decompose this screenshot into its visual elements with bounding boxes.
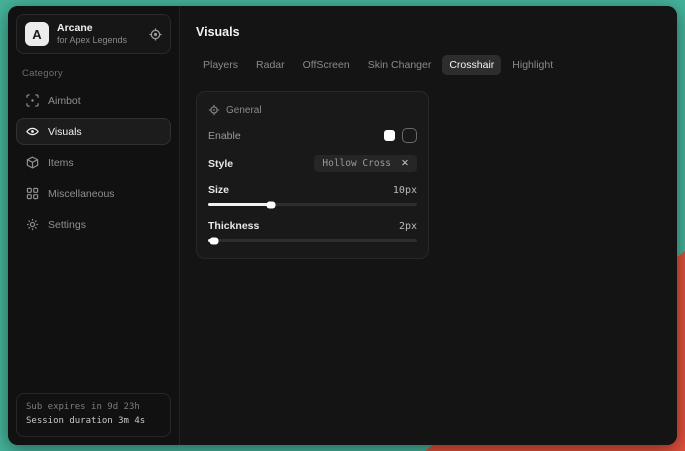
sidebar-item-items[interactable]: Items [16,149,171,176]
brand-title: Arcane [57,22,141,35]
sidebar-item-label: Settings [48,219,86,231]
general-crosshair-icon [208,104,220,116]
clear-style-icon[interactable]: ✕ [401,158,409,169]
thickness-label: Thickness [208,220,259,232]
sidebar-item-label: Aimbot [48,95,81,107]
size-slider-thumb[interactable] [266,201,275,208]
size-label: Size [208,184,229,196]
subscription-status-card: Sub expires in 9d 23h Session duration 3… [16,393,171,437]
thickness-slider[interactable] [208,239,417,242]
sidebar-item-settings[interactable]: Settings [16,211,171,238]
target-icon[interactable] [149,28,162,41]
enable-checkbox[interactable] [402,128,417,143]
sidebar-item-label: Items [48,157,74,169]
tab-crosshair[interactable]: Crosshair [442,55,501,75]
tab-skin-changer[interactable]: Skin Changer [361,55,439,75]
brand-card: A Arcane for Apex Legends [16,14,171,54]
enable-row: Enable [208,128,417,143]
brand-subtitle: for Apex Legends [57,35,141,46]
style-selected-value: Hollow Cross [322,158,391,169]
sidebar-item-visuals[interactable]: Visuals [16,118,171,145]
crosshair-color-swatch[interactable] [384,130,395,141]
visuals-eye-icon [25,125,39,138]
tab-radar[interactable]: Radar [249,55,292,75]
thickness-value: 2px [399,221,417,232]
enable-controls [384,128,417,143]
brand-logo: A [25,22,49,46]
size-value: 10px [393,185,417,196]
session-duration-text: Session duration 3m 4s [26,415,161,429]
thickness-row: Thickness 2px [208,220,417,232]
sidebar-item-aimbot[interactable]: Aimbot [16,87,171,114]
tab-players[interactable]: Players [196,55,245,75]
style-label: Style [208,158,233,170]
brand-text: Arcane for Apex Legends [57,22,141,45]
general-panel: General Enable Style Hollow Cross ✕ Size… [196,91,429,259]
items-box-icon [25,156,39,169]
category-label: Category [22,68,165,79]
miscellaneous-grid-icon [25,187,39,200]
aimbot-crosshair-icon [25,94,39,107]
page-title: Visuals [196,25,661,39]
tab-highlight[interactable]: Highlight [505,55,560,75]
main-content: Visuals Players Radar OffScreen Skin Cha… [180,6,677,445]
sidebar-item-label: Visuals [48,126,82,138]
panel-header: General [208,104,417,116]
settings-gear-icon [25,218,39,231]
style-select[interactable]: Hollow Cross ✕ [314,155,417,172]
visuals-tab-bar: Players Radar OffScreen Skin Changer Cro… [196,55,661,75]
tab-offscreen[interactable]: OffScreen [296,55,357,75]
style-row: Style Hollow Cross ✕ [208,155,417,172]
sidebar-item-label: Miscellaneous [48,188,115,200]
size-slider[interactable] [208,203,417,206]
sidebar-item-miscellaneous[interactable]: Miscellaneous [16,180,171,207]
panel-title: General [226,105,262,116]
thickness-slider-thumb[interactable] [210,237,219,244]
size-row: Size 10px [208,184,417,196]
sidebar: A Arcane for Apex Legends Category Aimbo [8,6,180,445]
size-slider-fill [208,203,271,206]
arcane-app-window: A Arcane for Apex Legends Category Aimbo [8,6,677,445]
sub-expires-text: Sub expires in 9d 23h [26,401,161,415]
enable-label: Enable [208,130,241,142]
